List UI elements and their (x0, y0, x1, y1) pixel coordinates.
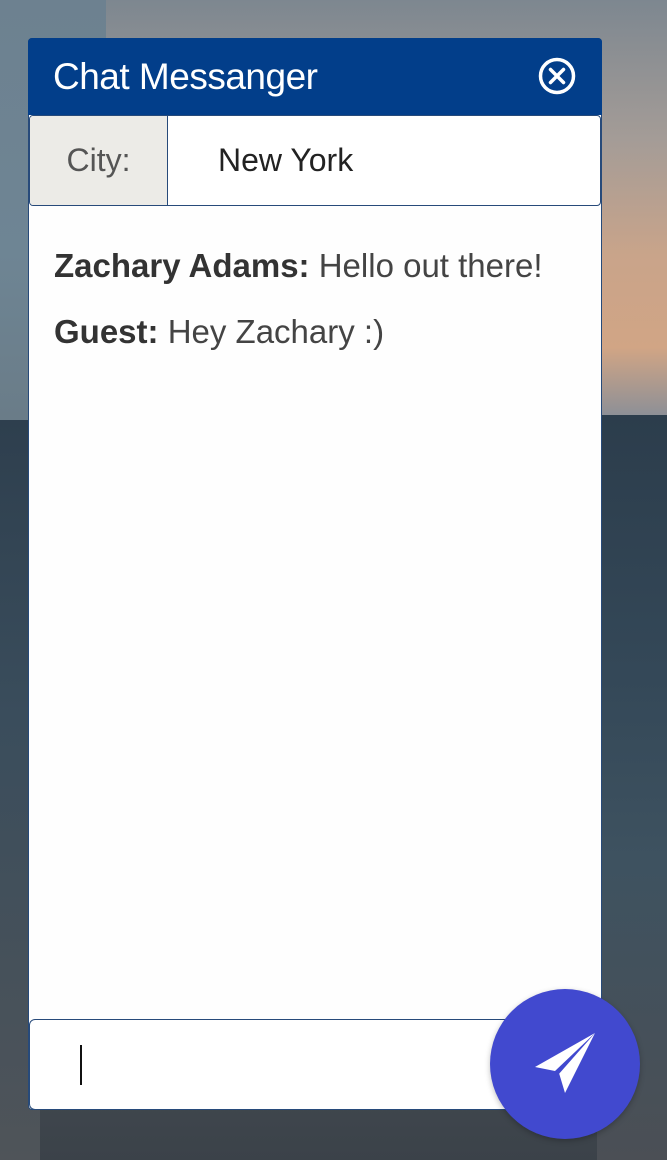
close-circle-icon (538, 57, 576, 95)
message-sender: Zachary Adams: (54, 247, 310, 284)
chat-window: Chat Messanger City: New York Zachary Ad… (28, 38, 602, 1110)
chat-header: Chat Messanger (28, 38, 602, 115)
send-button[interactable] (490, 989, 640, 1139)
message-item: Guest: Hey Zachary :) (54, 310, 584, 354)
city-label: City: (30, 116, 168, 205)
message-sender: Guest: (54, 313, 159, 350)
city-row: City: New York (29, 115, 601, 206)
message-text: Hey Zachary :) (167, 313, 385, 350)
text-caret (80, 1045, 82, 1085)
message-list: Zachary Adams: Hello out there! Guest: H… (54, 244, 584, 376)
close-button[interactable] (538, 57, 576, 95)
message-text: Hello out there! (318, 247, 543, 284)
city-value[interactable]: New York (218, 116, 353, 205)
message-item: Zachary Adams: Hello out there! (54, 244, 584, 288)
paper-plane-icon (535, 1033, 595, 1093)
chat-title: Chat Messanger (53, 56, 318, 97)
